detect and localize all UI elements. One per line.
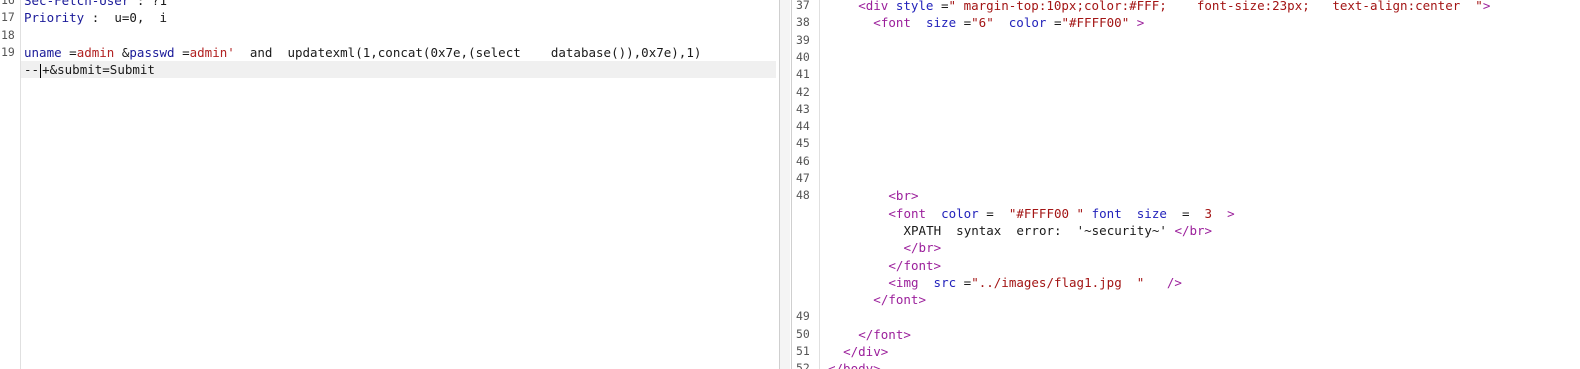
line-number: 40 xyxy=(796,49,810,64)
code-token: : ?1 xyxy=(129,0,167,8)
code-token: </font> xyxy=(888,257,942,273)
code-token: </body> xyxy=(828,361,881,369)
code-line: <font color = "#FFFF00 " font size = 3 > xyxy=(888,205,1234,222)
code-line: </div> xyxy=(843,343,888,360)
code-token: "../images/flag1.jpg " xyxy=(971,274,1145,290)
text-caret xyxy=(40,63,42,78)
line-number: 41 xyxy=(796,67,810,82)
code-line: </font> xyxy=(858,326,911,343)
code-token: admin' xyxy=(189,44,235,60)
code-line: -- +&submit=Submit xyxy=(24,61,155,78)
line-number: 19 xyxy=(1,44,15,59)
line-number xyxy=(796,222,818,239)
code-token: font size xyxy=(1084,205,1167,221)
code-token: <font xyxy=(888,205,927,221)
code-token: </br> xyxy=(1174,222,1213,238)
code-token: = xyxy=(956,274,972,290)
line-number: 45 xyxy=(796,136,810,151)
line-number xyxy=(796,257,818,274)
code-token: : u=0, i xyxy=(84,10,168,26)
line-number: 43 xyxy=(796,101,810,116)
code-token: = xyxy=(956,15,972,31)
code-token: Priority xyxy=(24,10,85,26)
line-number: 52 xyxy=(796,361,810,369)
code-line: XPATH syntax error: '~security~' </br> xyxy=(904,222,1213,239)
code-line: </br> xyxy=(904,239,942,256)
code-token: </font> xyxy=(858,326,911,342)
code-token: </div> xyxy=(843,344,889,359)
line-number: 17 xyxy=(1,10,15,25)
line-number xyxy=(796,239,818,256)
code-token: <div xyxy=(858,0,889,13)
code-line: </font> xyxy=(873,291,926,308)
code-token: > xyxy=(1212,205,1235,221)
response-editor-pane[interactable]: <div style =" margin-top:10px;color:#FFF… xyxy=(791,0,1580,369)
code-token: -- xyxy=(24,62,40,78)
line-number: 49 xyxy=(796,309,810,324)
line-number: 37 xyxy=(796,0,810,12)
line-number: 18 xyxy=(1,27,15,42)
code-token: = xyxy=(933,0,949,13)
line-number: 38 xyxy=(796,15,810,30)
code-line: </body> xyxy=(828,360,881,369)
code-token: = xyxy=(978,205,1009,221)
code-token: Sec-Fetch-User xyxy=(24,0,130,8)
code-token: = xyxy=(1166,205,1205,221)
line-number xyxy=(796,291,818,308)
code-token: uname xyxy=(24,44,62,60)
line-number: 50 xyxy=(796,326,810,341)
code-token: /> xyxy=(1144,274,1182,290)
line-number: 16 xyxy=(1,0,15,7)
code-line: <div style =" margin-top:10px;color:#FFF… xyxy=(858,0,1490,14)
code-line: <font size ="6" color ="#FFFF00" > xyxy=(873,14,1144,31)
line-number: 46 xyxy=(796,153,810,168)
line-number xyxy=(1,61,19,78)
code-token: and updatexml(1,concat(0x7e,(select data… xyxy=(234,44,702,60)
code-token: 3 xyxy=(1204,205,1213,221)
code-token: admin xyxy=(76,44,115,60)
code-token: </br> xyxy=(903,240,942,256)
line-number xyxy=(796,274,818,291)
code-line: <img src ="../images/flag1.jpg " /> xyxy=(888,274,1182,291)
code-token: color xyxy=(926,205,979,221)
code-token: > xyxy=(1129,15,1145,31)
line-number xyxy=(796,205,818,222)
code-token: = xyxy=(174,44,190,60)
code-token: "#FFFF00 " xyxy=(1008,205,1085,221)
code-token: = xyxy=(1046,15,1062,31)
code-token: & xyxy=(114,44,130,60)
code-token: size xyxy=(910,15,957,31)
request-editor-pane[interactable]: Sec-Fetch-User : ?1 Priority : u=0, i unam… xyxy=(0,0,780,369)
code-token: "6" xyxy=(971,15,994,31)
line-number: 42 xyxy=(796,84,810,99)
line-number: 47 xyxy=(796,171,810,185)
code-token: > xyxy=(1482,0,1491,13)
code-line: </font> xyxy=(888,257,941,274)
code-line: uname =admin &passwd =admin' and updatex… xyxy=(24,44,701,61)
code-token: "#FFFF00" xyxy=(1061,15,1130,31)
code-line: <br> xyxy=(888,187,918,204)
code-token: " margin-top:10px;color:#FFF; font-size:… xyxy=(948,0,1483,13)
code-token: <font xyxy=(873,15,911,31)
code-token: <img xyxy=(888,274,919,290)
code-token: src xyxy=(918,274,957,290)
code-line: Sec-Fetch-User : ?1 xyxy=(24,0,167,9)
code-token: </font> xyxy=(873,292,926,308)
line-number: 51 xyxy=(796,344,810,358)
code-token: XPATH syntax error: '~security~' xyxy=(903,222,1175,238)
pane-splitter[interactable] xyxy=(780,0,790,369)
line-number: 48 xyxy=(796,188,810,203)
code-token: <br> xyxy=(888,188,919,204)
code-token: color xyxy=(993,15,1047,31)
code-line: Priority : u=0, i xyxy=(24,9,167,26)
code-token: style xyxy=(888,0,934,13)
code-token: passwd xyxy=(129,44,175,60)
code-token: = xyxy=(61,44,77,60)
code-token: +&submit=Submit xyxy=(42,62,155,78)
line-number: 44 xyxy=(796,119,810,134)
line-number: 39 xyxy=(796,32,810,47)
